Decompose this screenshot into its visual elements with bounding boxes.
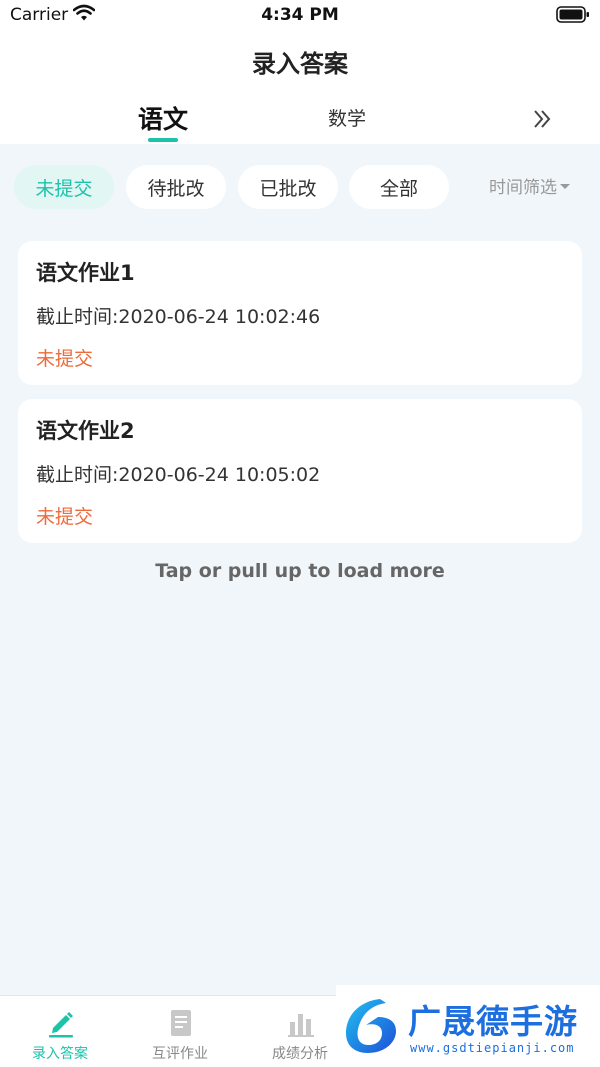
assignment-status: 未提交	[36, 348, 94, 370]
filter-unsubmitted[interactable]: 未提交	[14, 165, 114, 209]
filter-pending-review[interactable]: 待批改	[126, 165, 226, 209]
assignment-title: 语文作业1	[36, 261, 135, 285]
watermark-text: 广晟德手游	[408, 1002, 578, 1041]
clock: 4:34 PM	[261, 5, 339, 25]
time-filter-dropdown[interactable]: 时间筛选	[489, 173, 570, 198]
filter-reviewed[interactable]: 已批改	[238, 165, 338, 209]
assignment-title: 语文作业2	[36, 419, 135, 443]
watermark: 广晟德手游 www.gsdtiepianji.com	[336, 985, 600, 1067]
header: Carrier 4:34 PM 录入答案 语文 数学	[0, 0, 600, 144]
assignment-deadline: 截止时间:2020-06-24 10:05:02	[36, 464, 321, 486]
document-icon	[166, 1008, 196, 1042]
tabbar-label: 互评作业	[152, 1046, 208, 1062]
battery-icon	[556, 6, 590, 28]
status-bar: Carrier 4:34 PM	[0, 0, 600, 30]
load-more-button[interactable]: Tap or pull up to load more	[0, 560, 600, 582]
tabbar-item-peer-review[interactable]: 互评作业	[120, 996, 240, 1067]
active-tab-indicator	[148, 138, 178, 142]
filter-all[interactable]: 全部	[349, 165, 449, 209]
assignment-deadline: 截止时间:2020-06-24 10:02:46	[36, 306, 321, 328]
tabbar-label: 录入答案	[32, 1046, 88, 1062]
filter-bar: 未提交 待批改 已批改 全部 时间筛选	[0, 165, 600, 210]
assignment-card[interactable]: 语文作业1 截止时间:2020-06-24 10:02:46 未提交	[18, 241, 582, 385]
time-filter-label: 时间筛选	[489, 178, 557, 198]
pencil-icon	[46, 1008, 76, 1042]
watermark-logo-icon	[340, 995, 402, 1061]
watermark-url: www.gsdtiepianji.com	[410, 1041, 575, 1055]
caret-down-icon	[560, 184, 570, 189]
double-chevron-right-icon[interactable]	[532, 108, 554, 134]
tab-shuxue[interactable]: 数学	[328, 104, 366, 131]
assignment-card[interactable]: 语文作业2 截止时间:2020-06-24 10:05:02 未提交	[18, 399, 582, 543]
assignment-status: 未提交	[36, 506, 94, 528]
bar-chart-icon	[286, 1008, 316, 1042]
page-title: 录入答案	[252, 50, 348, 78]
tabbar-item-enter-answers[interactable]: 录入答案	[0, 996, 120, 1067]
tab-yuwen[interactable]: 语文	[138, 100, 188, 136]
